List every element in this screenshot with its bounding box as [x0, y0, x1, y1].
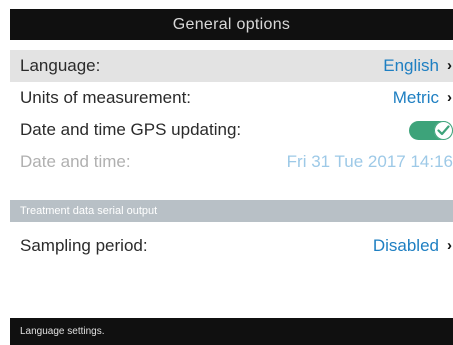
units-value: Metric: [392, 88, 439, 107]
general-options-screen: General options Language: English › Unit…: [0, 0, 453, 345]
sampling-period-label: Sampling period:: [20, 236, 148, 255]
gps-update-row: Date and time GPS updating:: [10, 114, 453, 146]
language-value: English: [383, 56, 439, 75]
units-label: Units of measurement:: [20, 88, 192, 107]
gps-update-toggle[interactable]: [409, 121, 453, 140]
section-header: Treatment data serial output: [10, 200, 453, 222]
date-time-value: Fri 31 Tue 2017 14:16: [286, 152, 453, 171]
date-time-label: Date and time:: [20, 152, 131, 171]
language-label: Language:: [20, 56, 101, 75]
status-hint: Language settings.: [10, 318, 453, 345]
page-title: General options: [10, 9, 453, 40]
chevron-right-icon: ›: [447, 237, 452, 254]
toggle-knob: [434, 121, 453, 140]
language-row[interactable]: Language: English ›: [10, 50, 453, 82]
gps-update-label: Date and time GPS updating:: [20, 120, 242, 139]
units-row[interactable]: Units of measurement: Metric ›: [10, 82, 453, 114]
sampling-period-value: Disabled: [372, 236, 439, 255]
date-time-row: Date and time: Fri 31 Tue 2017 14:16: [10, 146, 453, 178]
check-icon: [437, 125, 450, 136]
chevron-right-icon: ›: [447, 89, 452, 106]
sampling-period-row[interactable]: Sampling period: Disabled ›: [10, 230, 453, 262]
chevron-right-icon: ›: [447, 57, 452, 74]
